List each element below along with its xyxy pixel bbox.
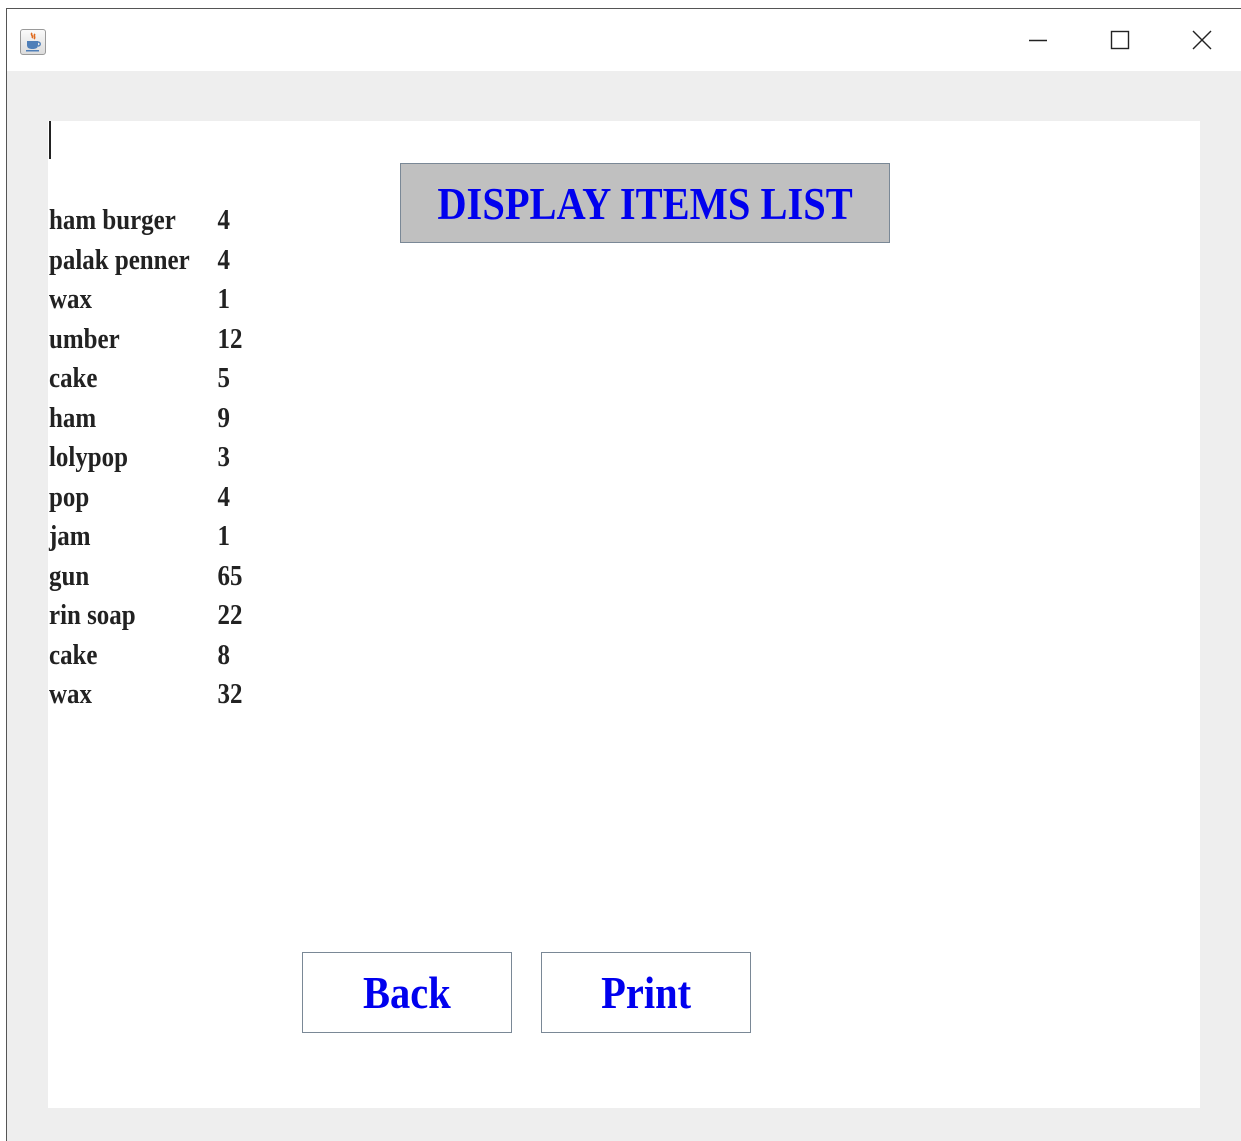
list-item: ham burger 4	[49, 201, 243, 241]
item-quantity: 5	[217, 362, 231, 394]
list-item: wax 1	[49, 280, 243, 320]
item-quantity: 3	[217, 441, 231, 473]
list-item: ham 9	[49, 399, 243, 439]
item-name: jam	[49, 520, 91, 552]
heading-banner: DISPLAY ITEMS LIST	[400, 163, 890, 243]
back-button[interactable]: Back	[302, 952, 512, 1033]
close-icon	[1192, 30, 1212, 50]
print-button[interactable]: Print	[541, 952, 751, 1033]
minimize-button[interactable]	[997, 9, 1079, 71]
close-button[interactable]	[1161, 9, 1241, 71]
item-name: pop	[49, 480, 90, 513]
list-item: gun 65	[49, 557, 243, 597]
list-item: palak penner 4	[49, 241, 243, 281]
item-name: cake	[49, 638, 98, 671]
item-quantity: 32	[217, 678, 243, 710]
page-title: DISPLAY ITEMS LIST	[437, 177, 853, 229]
java-coffee-icon	[20, 29, 46, 55]
list-item: umber 12	[49, 320, 243, 360]
item-name: wax	[49, 678, 92, 710]
item-quantity: 4	[217, 204, 231, 236]
item-name: palak penner	[49, 243, 190, 276]
minimize-icon	[1029, 39, 1047, 42]
title-bar[interactable]	[7, 9, 1241, 71]
item-name: lolypop	[49, 441, 129, 473]
items-list: ham burger 4 palak penner 4 wax 1 umber 12 cake 5…	[49, 201, 274, 715]
item-quantity: 1	[217, 283, 231, 315]
item-name: wax	[49, 283, 92, 315]
content-panel[interactable]: ham burger 4 palak penner 4 wax 1 umber 12 cake 5…	[48, 121, 1200, 1108]
list-item: wax 32	[49, 675, 243, 715]
app-window: ham burger 4 palak penner 4 wax 1 umber 12 cake 5…	[6, 8, 1241, 1141]
item-quantity: 1	[217, 520, 231, 552]
item-name: rin soap	[49, 599, 136, 631]
maximize-icon	[1110, 30, 1130, 50]
list-item: lolypop 3	[49, 438, 243, 478]
item-name: umber	[49, 322, 120, 355]
item-name: gun	[49, 559, 90, 592]
list-item: cake 5	[49, 359, 243, 399]
item-quantity: 22	[217, 599, 243, 631]
item-quantity: 8	[217, 638, 231, 671]
maximize-button[interactable]	[1079, 9, 1161, 71]
item-name: ham burger	[49, 204, 176, 236]
item-name: cake	[49, 362, 98, 394]
back-button-label: Back	[363, 967, 451, 1018]
item-quantity: 4	[217, 480, 231, 513]
list-item: rin soap 22	[49, 596, 243, 636]
print-button-label: Print	[601, 967, 691, 1018]
item-name: ham	[49, 401, 97, 434]
item-quantity: 65	[217, 559, 243, 592]
item-quantity: 4	[217, 243, 231, 276]
list-item: jam 1	[49, 517, 243, 557]
item-quantity: 9	[217, 401, 231, 434]
text-caret	[49, 121, 51, 159]
item-quantity: 12	[217, 322, 243, 355]
list-item: cake 8	[49, 636, 243, 676]
list-item: pop 4	[49, 478, 243, 518]
